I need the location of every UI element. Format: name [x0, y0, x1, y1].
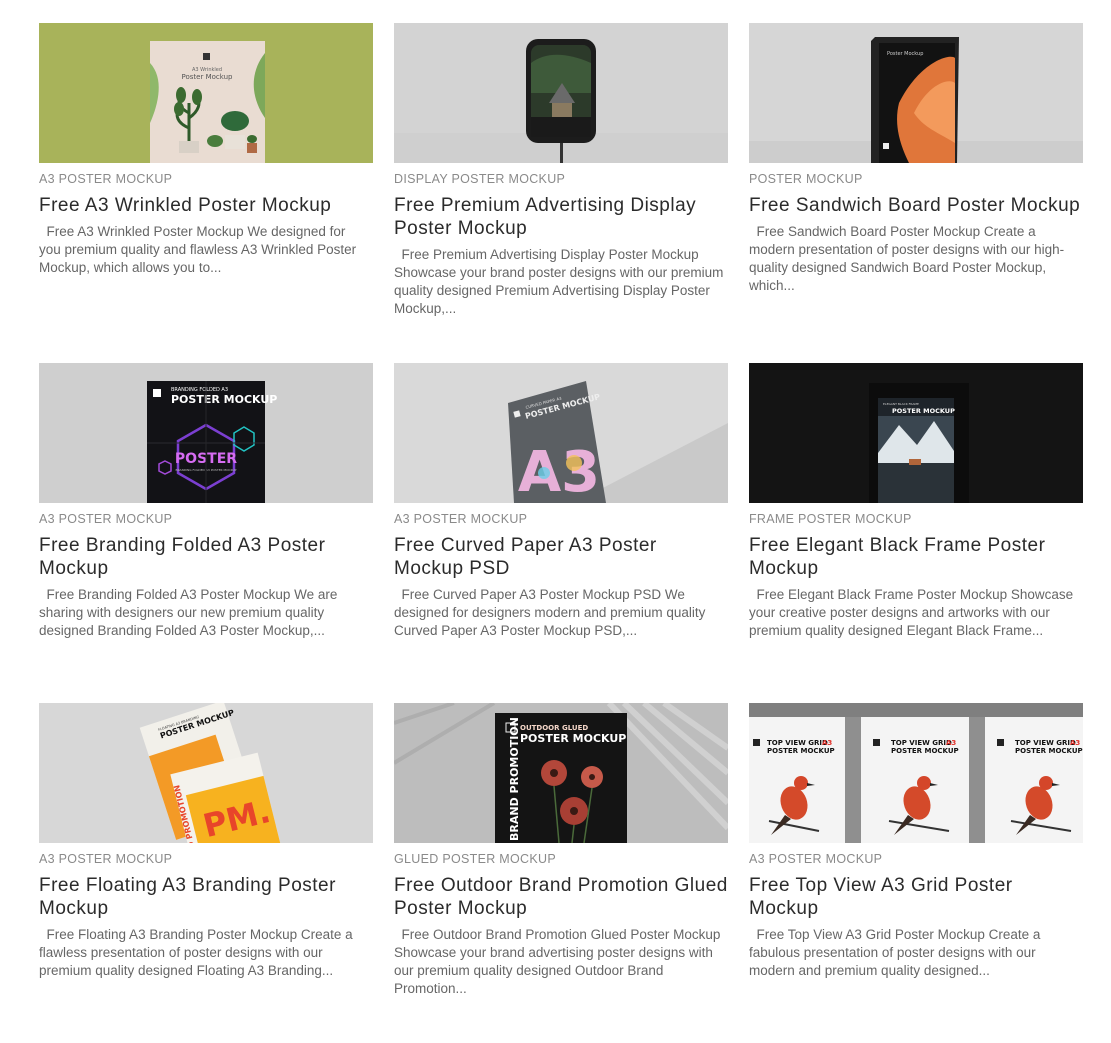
post-thumbnail[interactable]: POSTER MOCKUP FLOATING A3 BRANDING PM. B… — [39, 703, 373, 843]
post-title-link[interactable]: Free Elegant Black Frame Poster Mockup — [749, 534, 1083, 580]
grid-poster-image: TOP VIEW GRID A3 POSTER MOCKUP TOP VIEW … — [749, 703, 1083, 843]
poster-title-text: POSTER MOCKUP — [767, 747, 835, 755]
post-excerpt: Free Outdoor Brand Promotion Glued Poste… — [394, 927, 725, 996]
post-excerpt: Free Floating A3 Branding Poster Mockup … — [39, 927, 357, 978]
floating-poster-image: POSTER MOCKUP FLOATING A3 BRANDING PM. B… — [39, 703, 373, 843]
post-title-link[interactable]: Free Outdoor Brand Promotion Glued Poste… — [394, 874, 728, 920]
post-thumbnail[interactable]: A3 Wrinkled Poster Mockup — [39, 23, 373, 163]
post-card: Poster Mockup POSTER MOCKUP Free Sandwic… — [749, 23, 1083, 363]
post-excerpt: Free Branding Folded A3 Poster Mockup We… — [39, 587, 342, 638]
post-card: DISPLAY POSTER MOCKUP Free Premium Adver… — [394, 23, 728, 363]
post-thumbnail[interactable]: POSTER MOCKUP CURVED PAPER A3 A3 — [394, 363, 728, 503]
post-excerpt: Free Elegant Black Frame Poster Mockup S… — [749, 587, 1077, 638]
post-category-link[interactable]: POSTER MOCKUP — [749, 172, 1083, 186]
post-category-link[interactable]: A3 POSTER MOCKUP — [39, 172, 373, 186]
poster-title-text: POSTER MOCKUP — [1015, 747, 1083, 755]
post-card: POSTER MOCKUP FLOATING A3 BRANDING PM. B… — [39, 703, 373, 1043]
poster-top-text: TOP VIEW GRID — [767, 739, 828, 747]
poster-top-text: TOP VIEW GRID — [1015, 739, 1076, 747]
post-excerpt: Free Sandwich Board Poster Mockup Create… — [749, 224, 1065, 293]
poster-top-accent-text: A3 — [1070, 739, 1080, 747]
curved-paper-image: POSTER MOCKUP CURVED PAPER A3 A3 — [394, 363, 728, 503]
poster-title-text: POSTER MOCKUP — [520, 732, 626, 745]
poster-top-text: TOP VIEW GRID — [891, 739, 952, 747]
poster-title-text: POSTER MOCKUP — [891, 747, 959, 755]
post-category-link[interactable]: A3 POSTER MOCKUP — [394, 512, 728, 526]
post-category-link[interactable]: A3 POSTER MOCKUP — [39, 852, 373, 866]
post-excerpt: Free Premium Advertising Display Poster … — [394, 247, 728, 316]
post-category-link[interactable]: GLUED POSTER MOCKUP — [394, 852, 728, 866]
post-title-link[interactable]: Free A3 Wrinkled Poster Mockup — [39, 194, 373, 217]
poster-title-text: POSTER MOCKUP — [171, 393, 277, 406]
poster-top-text: ELEGANT BLACK FRAME — [883, 402, 919, 406]
post-title-link[interactable]: Free Curved Paper A3 Poster Mockup PSD — [394, 534, 728, 580]
poster-top-text: OUTDOOR GLUED — [520, 724, 588, 732]
post-excerpt: Free Top View A3 Grid Poster Mockup Crea… — [749, 927, 1045, 978]
post-title-link[interactable]: Free Sandwich Board Poster Mockup — [749, 194, 1083, 217]
post-excerpt: Free A3 Wrinkled Poster Mockup We design… — [39, 224, 360, 275]
poster-mockup-image: A3 Wrinkled Poster Mockup — [39, 23, 373, 163]
post-title-link[interactable]: Free Premium Advertising Display Poster … — [394, 194, 728, 240]
post-card: ELEGANT BLACK FRAME POSTER MOCKUP FRAME … — [749, 363, 1083, 703]
post-card: BRANDING FOLDED A3 POSTER MOCKUP POSTER … — [39, 363, 373, 703]
post-card: TOP VIEW GRID A3 POSTER MOCKUP TOP VIEW … — [749, 703, 1083, 1043]
poster-big-text: A3 — [518, 440, 600, 503]
post-category-link[interactable]: A3 POSTER MOCKUP — [39, 512, 373, 526]
post-thumbnail[interactable]: TOP VIEW GRID A3 POSTER MOCKUP TOP VIEW … — [749, 703, 1083, 843]
post-excerpt: Free Curved Paper A3 Poster Mockup PSD W… — [394, 587, 710, 638]
post-title-link[interactable]: Free Floating A3 Branding Poster Mockup — [39, 874, 373, 920]
post-title-link[interactable]: Free Branding Folded A3 Poster Mockup — [39, 534, 373, 580]
poster-title-text: Poster Mockup — [182, 73, 234, 81]
post-title-link[interactable]: Free Top View A3 Grid Poster Mockup — [749, 874, 1083, 920]
post-grid: A3 Wrinkled Poster Mockup A3 POSTER MOCK… — [39, 23, 1083, 1043]
poster-top-accent-text: A3 — [822, 739, 832, 747]
post-card: OUTDOOR GLUED POSTER MOCKUP BRAND PROMOT… — [394, 703, 728, 1043]
poster-top-accent-text: A3 — [946, 739, 956, 747]
post-category-link[interactable]: DISPLAY POSTER MOCKUP — [394, 172, 728, 186]
post-thumbnail[interactable] — [394, 23, 728, 163]
post-thumbnail[interactable]: OUTDOOR GLUED POSTER MOCKUP BRAND PROMOT… — [394, 703, 728, 843]
poster-side-text: BRAND PROMOTION — [508, 717, 521, 841]
black-frame-image: ELEGANT BLACK FRAME POSTER MOCKUP — [749, 363, 1083, 503]
post-card: A3 Wrinkled Poster Mockup A3 POSTER MOCK… — [39, 23, 373, 363]
sandwich-board-image: Poster Mockup — [749, 23, 1083, 163]
post-card: POSTER MOCKUP CURVED PAPER A3 A3 A3 POST… — [394, 363, 728, 703]
post-category-link[interactable]: A3 POSTER MOCKUP — [749, 852, 1083, 866]
poster-title-text: Poster Mockup — [887, 51, 923, 57]
post-category-link[interactable]: FRAME POSTER MOCKUP — [749, 512, 1083, 526]
display-mockup-image — [394, 23, 728, 163]
post-thumbnail[interactable]: BRANDING FOLDED A3 POSTER MOCKUP POSTER … — [39, 363, 373, 503]
folded-poster-image: BRANDING FOLDED A3 POSTER MOCKUP POSTER … — [39, 363, 373, 503]
poster-title-text: POSTER MOCKUP — [892, 407, 955, 415]
glued-poster-image: OUTDOOR GLUED POSTER MOCKUP BRAND PROMOT… — [394, 703, 728, 843]
post-thumbnail[interactable]: Poster Mockup — [749, 23, 1083, 163]
post-thumbnail[interactable]: ELEGANT BLACK FRAME POSTER MOCKUP — [749, 363, 1083, 503]
